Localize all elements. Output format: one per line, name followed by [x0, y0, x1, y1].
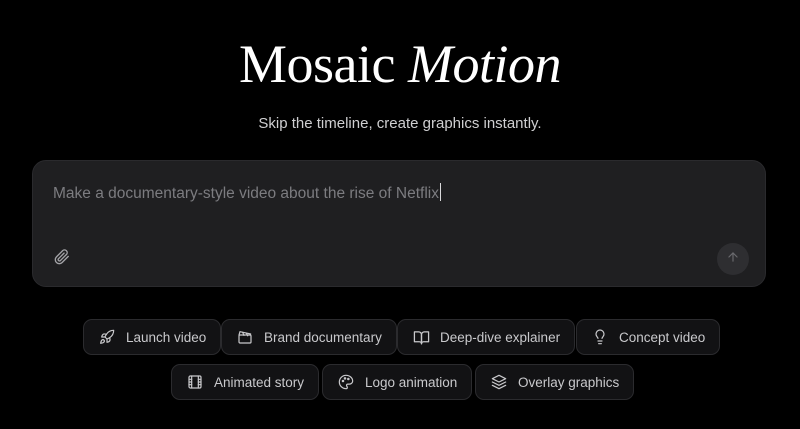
chip-label: Logo animation	[365, 374, 458, 390]
lightbulb-icon	[591, 328, 609, 346]
clapperboard-icon	[236, 328, 254, 346]
chip-label: Launch video	[126, 329, 207, 345]
chip-deep-dive-explainer[interactable]: Deep-dive explainer	[397, 319, 576, 355]
attach-button[interactable]	[51, 248, 73, 270]
prompt-box[interactable]: Make a documentary-style video about the…	[32, 160, 766, 287]
chip-animated-story[interactable]: Animated story	[171, 364, 320, 400]
paperclip-icon	[54, 248, 70, 270]
chip-overlay-graphics[interactable]: Overlay graphics	[475, 364, 635, 400]
chip-label: Concept video	[619, 329, 706, 345]
palette-icon	[337, 373, 355, 391]
chip-label: Animated story	[214, 374, 305, 390]
prompt-input-text: Make a documentary-style video about the…	[53, 185, 439, 202]
chip-launch-video[interactable]: Launch video	[83, 319, 222, 355]
prompt-input[interactable]: Make a documentary-style video about the…	[53, 183, 441, 204]
chip-concept-video[interactable]: Concept video	[576, 319, 721, 355]
chip-label: Overlay graphics	[518, 374, 620, 390]
chip-label: Brand documentary	[264, 329, 382, 345]
page-subtitle: Skip the timeline, create graphics insta…	[258, 115, 542, 132]
title-italic: Motion	[407, 34, 562, 94]
title-plain: Mosaic	[239, 34, 395, 94]
rocket-icon	[98, 328, 116, 346]
send-button[interactable]	[717, 243, 749, 275]
chip-brand-documentary[interactable]: Brand documentary	[221, 319, 397, 355]
text-caret	[439, 183, 441, 201]
arrow-up-icon	[726, 250, 740, 269]
page-title: Mosaic Motion	[0, 30, 800, 98]
chip-logo-animation[interactable]: Logo animation	[322, 364, 473, 400]
layers-icon	[490, 373, 508, 391]
film-icon	[186, 373, 204, 391]
book-open-icon	[412, 328, 430, 346]
chip-label: Deep-dive explainer	[440, 329, 561, 345]
